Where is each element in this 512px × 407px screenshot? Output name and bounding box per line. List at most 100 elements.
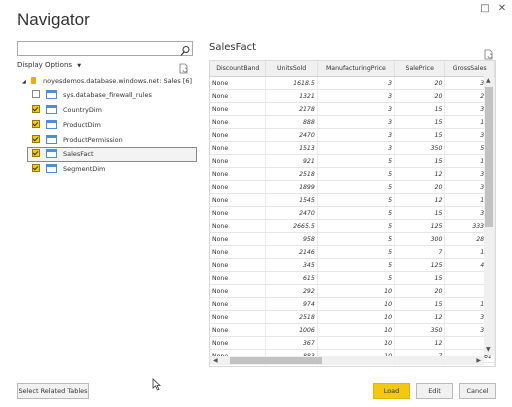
checkbox[interactable] bbox=[32, 120, 40, 128]
scroll-down-icon[interactable]: ▼ bbox=[486, 346, 491, 354]
table-cell: None bbox=[210, 180, 267, 194]
table-icon bbox=[46, 148, 57, 158]
table-cell: None bbox=[210, 336, 267, 350]
table-cell: 300 bbox=[394, 232, 446, 246]
load-button[interactable]: Load bbox=[373, 383, 410, 399]
table-cell: 888 bbox=[265, 115, 318, 129]
scroll-up-icon[interactable]: ▲ bbox=[486, 77, 491, 85]
table-row: None100610350352 bbox=[210, 323, 495, 337]
column-header[interactable]: UnitsSold bbox=[265, 61, 318, 77]
table-cell: 3 bbox=[317, 89, 396, 103]
table-cell: 10 bbox=[317, 336, 396, 350]
table-cell: None bbox=[210, 128, 267, 142]
table-cell: None bbox=[210, 310, 267, 324]
tree-item-segmentdim[interactable]: SegmentDim bbox=[32, 163, 105, 176]
table-cell: 367 bbox=[265, 336, 318, 350]
search-input[interactable] bbox=[17, 41, 193, 56]
table-cell: 5 bbox=[317, 245, 396, 259]
table-cell: None bbox=[210, 167, 267, 181]
table-row: None292102058 bbox=[210, 284, 495, 298]
table-cell: None bbox=[210, 232, 267, 246]
table-cell: 3 bbox=[317, 102, 396, 116]
expand-triangle-icon[interactable]: ◢ bbox=[22, 79, 26, 85]
table-cell: 15 bbox=[394, 128, 446, 142]
table-row: None367101244 bbox=[210, 336, 495, 350]
table-cell: None bbox=[210, 219, 267, 233]
tree-server-node[interactable]: ◢ noyesdemos.database.windows.net: Sales… bbox=[22, 75, 192, 88]
tree-item-productpermission[interactable]: ProductPermission bbox=[32, 134, 123, 147]
table-row: None1618.5320323 bbox=[210, 76, 495, 90]
table-row: None921515138 bbox=[210, 154, 495, 168]
table-cell: None bbox=[210, 102, 267, 116]
scroll-left-icon[interactable]: ◀ bbox=[213, 357, 218, 365]
table-icon bbox=[46, 163, 57, 173]
horizontal-scroll-thumb[interactable] bbox=[230, 357, 322, 364]
table-cell: None bbox=[210, 206, 267, 220]
column-header[interactable]: DiscountBand bbox=[210, 61, 267, 77]
preview-table: DiscountBand UnitsSold ManufacturingPric… bbox=[210, 61, 495, 366]
tree-item-sys-database-firewall-rules[interactable]: sys.database_firewall_rules bbox=[32, 89, 152, 102]
table-cell: 12 bbox=[394, 310, 446, 324]
restore-button[interactable]: □ bbox=[479, 3, 491, 15]
checkbox[interactable] bbox=[32, 135, 40, 143]
select-related-tables-button[interactable]: Select Related Tables bbox=[17, 383, 89, 399]
table-cell: 3 bbox=[317, 141, 396, 155]
table-cell: 2146 bbox=[265, 245, 318, 259]
table-row: None888315133 bbox=[210, 115, 495, 129]
scroll-right-icon[interactable]: ▶ bbox=[476, 357, 481, 365]
table-icon bbox=[46, 104, 57, 114]
table-cell: None bbox=[210, 89, 267, 103]
table-cell: None bbox=[210, 245, 267, 259]
table-row: None214657150 bbox=[210, 245, 495, 259]
table-cell: None bbox=[210, 193, 267, 207]
checkbox[interactable] bbox=[32, 164, 40, 172]
close-button[interactable]: ✕ bbox=[496, 3, 508, 15]
checkbox[interactable] bbox=[32, 90, 40, 98]
table-row: None61551592 bbox=[210, 271, 495, 285]
table-row: None25181012302 bbox=[210, 310, 495, 324]
tree-item-productdim[interactable]: ProductDim bbox=[32, 119, 101, 132]
data-preview-grid[interactable]: DiscountBand UnitsSold ManufacturingPric… bbox=[209, 60, 496, 367]
table-cell: 2470 bbox=[265, 206, 318, 220]
table-cell: 5 bbox=[317, 167, 396, 181]
horizontal-scrollbar[interactable]: ◀ ▶ bbox=[210, 356, 484, 365]
display-options-dropdown[interactable]: Display Options ▼ bbox=[17, 61, 81, 69]
table-row: None2470315370 bbox=[210, 128, 495, 142]
table-cell: 12 bbox=[394, 336, 446, 350]
table-row: None2178315326 bbox=[210, 102, 495, 116]
tree-item-countrydim[interactable]: CountryDim bbox=[32, 104, 102, 117]
table-row: None1321320264 bbox=[210, 89, 495, 103]
table-cell: None bbox=[210, 115, 267, 129]
table-cell: 1321 bbox=[265, 89, 318, 103]
table-cell: 3 bbox=[317, 128, 396, 142]
table-row: None1545512185 bbox=[210, 193, 495, 207]
vertical-scroll-thumb[interactable] bbox=[485, 87, 493, 227]
table-cell: None bbox=[210, 154, 267, 168]
table-cell: 350 bbox=[394, 323, 446, 337]
column-header[interactable]: SalePrice bbox=[394, 61, 446, 77]
table-cell: 125 bbox=[394, 258, 446, 272]
table-cell: 350 bbox=[394, 141, 446, 155]
table-cell: 10 bbox=[317, 310, 396, 324]
table-cell: 5 bbox=[317, 206, 396, 220]
table-cell: 2518 bbox=[265, 310, 318, 324]
vertical-scrollbar[interactable]: ▲ ▼ bbox=[484, 75, 494, 355]
table-cell: 5 bbox=[317, 271, 396, 285]
cancel-button[interactable]: Cancel bbox=[459, 383, 496, 399]
table-row: None2518512302 bbox=[210, 167, 495, 181]
table-cell: None bbox=[210, 323, 267, 337]
table-cell: 2178 bbox=[265, 102, 318, 116]
table-cell: 345 bbox=[265, 258, 318, 272]
search-icon[interactable] bbox=[180, 42, 190, 56]
edit-button[interactable]: Edit bbox=[416, 383, 453, 399]
table-cell: 1618.5 bbox=[265, 76, 318, 90]
table-cell: 10 bbox=[317, 284, 396, 298]
column-header[interactable]: ManufacturingPrice bbox=[317, 61, 396, 77]
refresh-icon[interactable] bbox=[179, 59, 189, 74]
table-cell: None bbox=[210, 271, 267, 285]
checkbox[interactable] bbox=[32, 149, 40, 157]
chevron-down-icon: ▼ bbox=[77, 63, 82, 69]
checkbox[interactable] bbox=[32, 105, 40, 113]
tree-item-salesfact[interactable]: SalesFact bbox=[27, 147, 197, 162]
preview-refresh-icon[interactable] bbox=[484, 45, 494, 60]
